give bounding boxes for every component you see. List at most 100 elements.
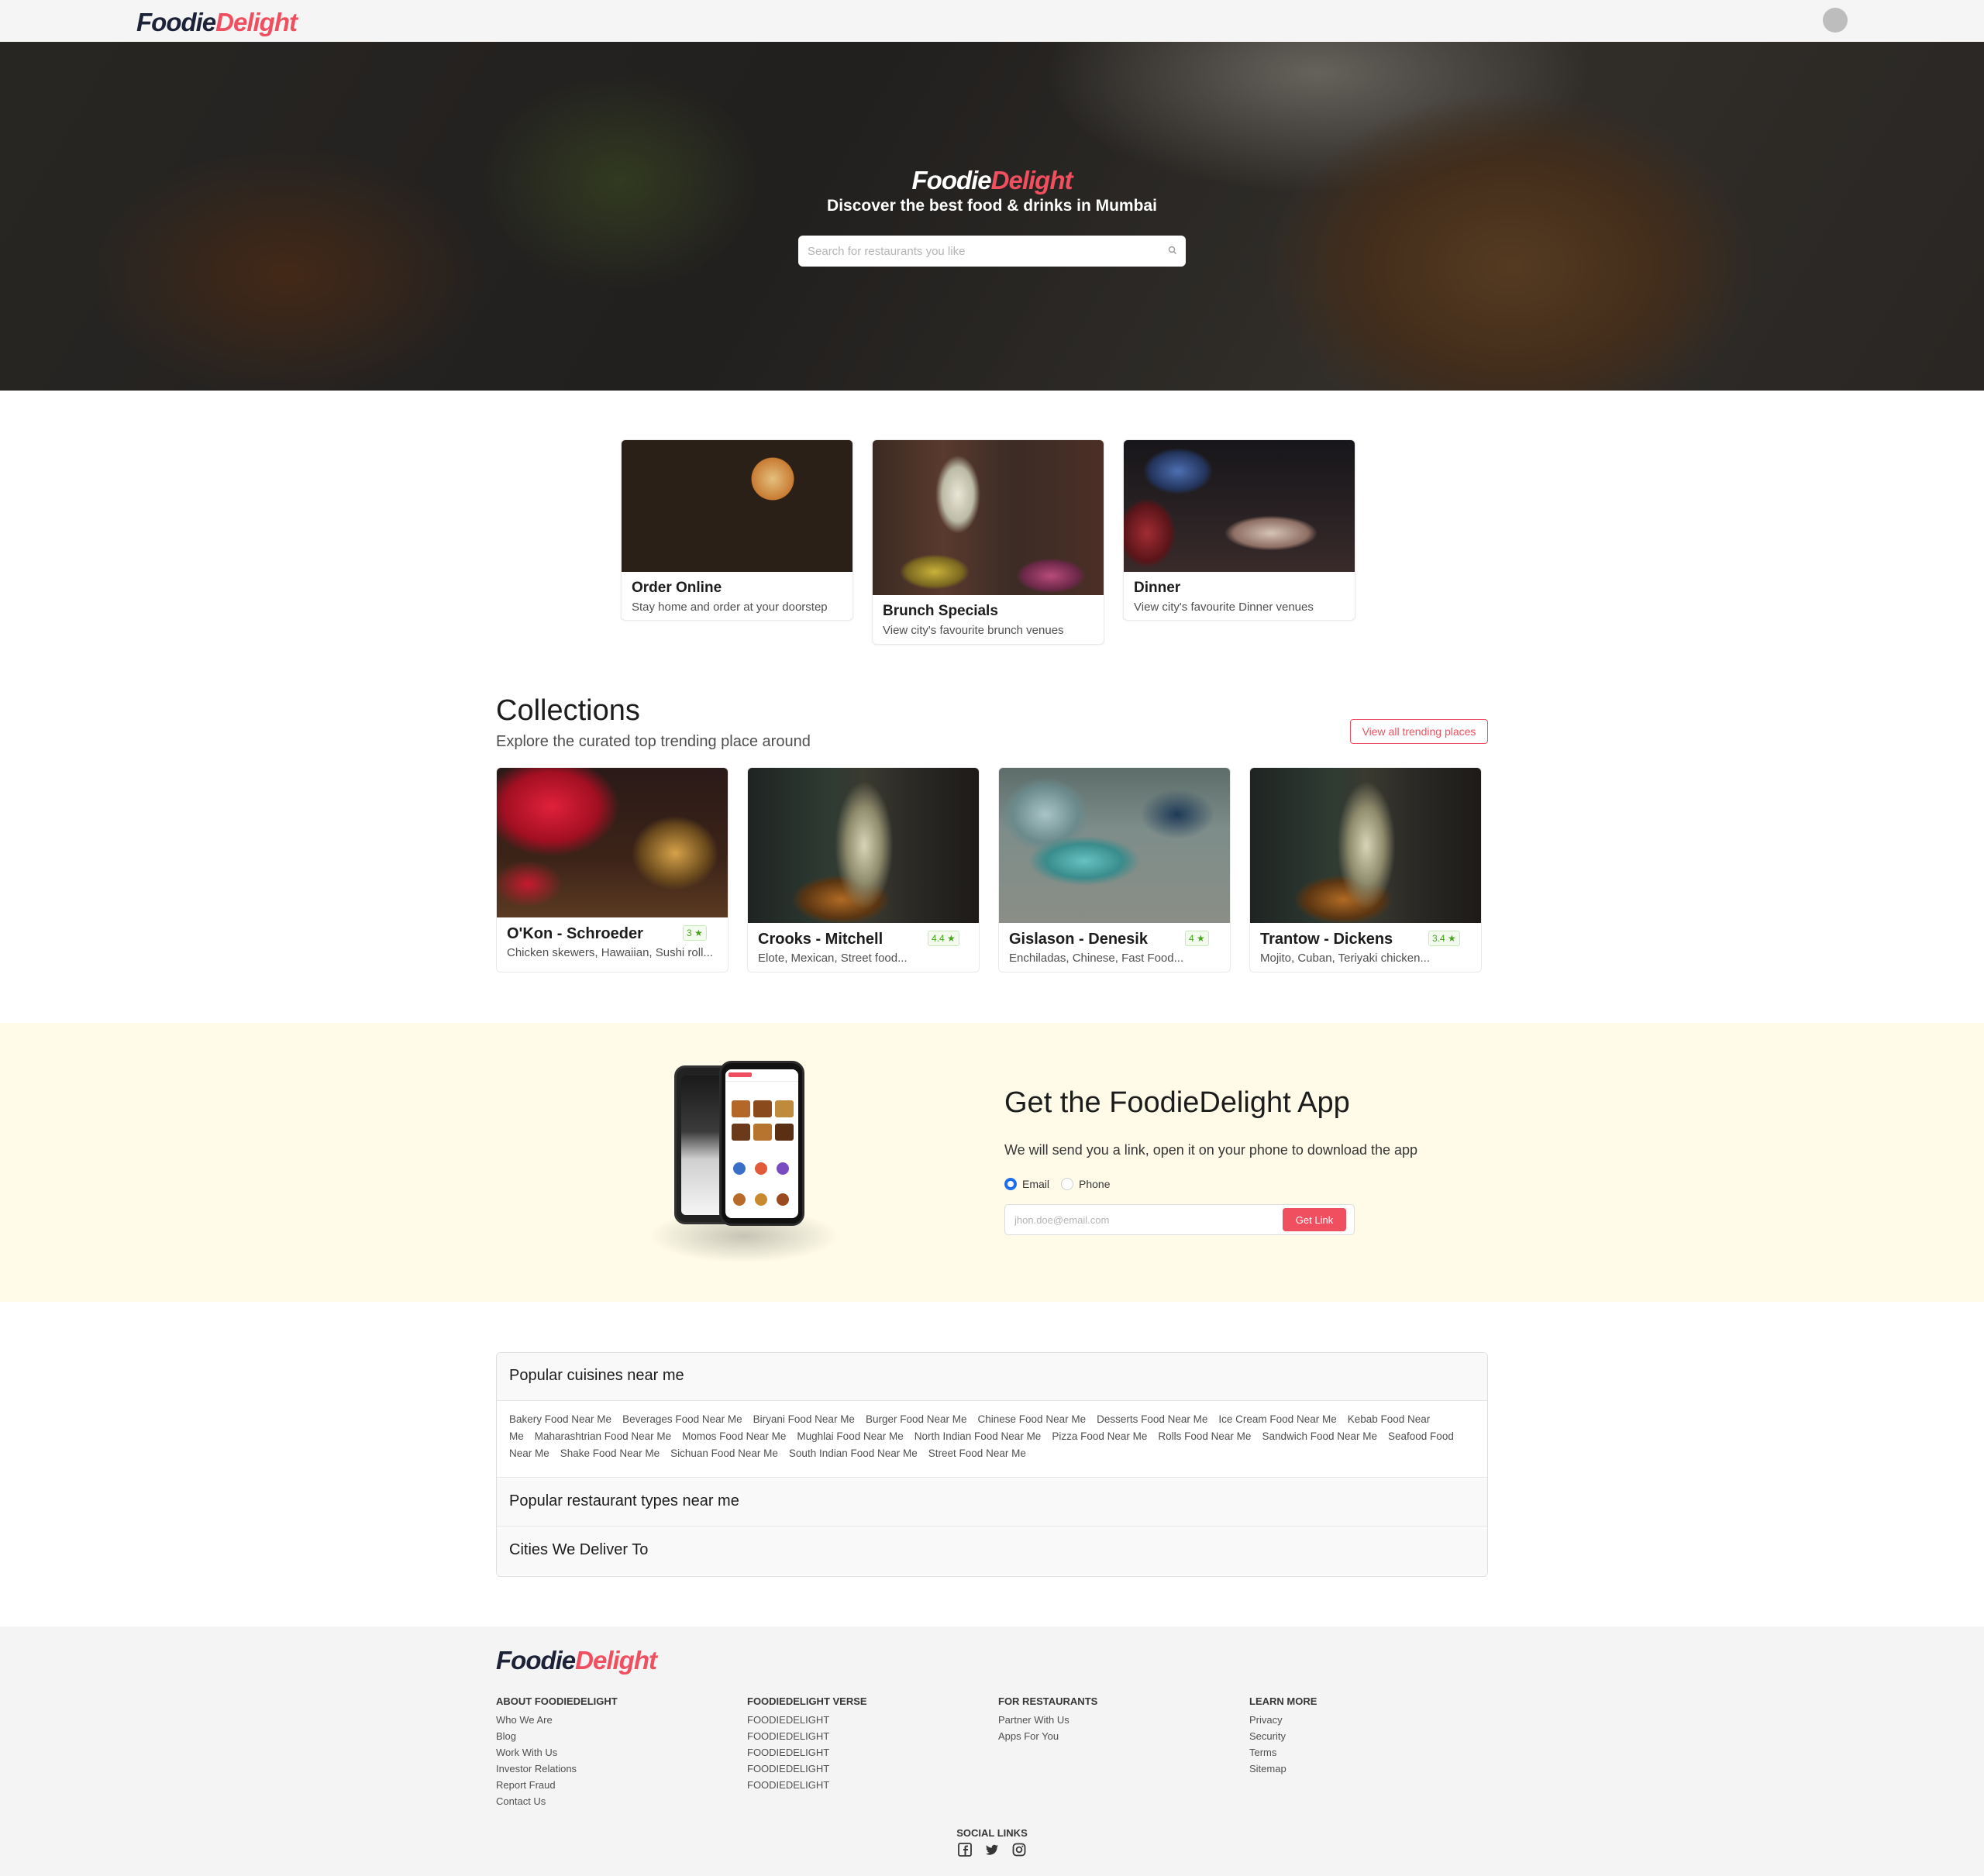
instagram-icon[interactable] — [1011, 1842, 1027, 1857]
restaurant-image — [999, 768, 1230, 923]
rating-badge: 3 ★ — [683, 925, 707, 941]
rating-value: 4 — [1189, 933, 1194, 944]
cuisine-link[interactable]: Pizza Food Near Me — [1052, 1430, 1147, 1442]
restaurant-card[interactable]: Crooks - Mitchell 4.4 ★ Elote, Mexican, … — [747, 767, 980, 972]
cuisine-link[interactable]: Ice Cream Food Near Me — [1218, 1413, 1336, 1425]
cuisine-link[interactable]: Sichuan Food Near Me — [670, 1447, 778, 1459]
footer-link[interactable]: Privacy — [1249, 1712, 1317, 1728]
restaurant-card[interactable]: O'Kon - Schroeder 3 ★ Chicken skewers, H… — [496, 767, 728, 972]
footer-link[interactable]: Who We Are — [496, 1712, 618, 1728]
restaurant-image — [1250, 768, 1481, 923]
accordion-header-label: Popular restaurant types near me — [509, 1492, 739, 1509]
footer-link[interactable]: Sitemap — [1249, 1761, 1317, 1777]
avatar[interactable] — [1823, 8, 1848, 33]
restaurant-cuisine: Mojito, Cuban, Teriyaki chicken... — [1260, 952, 1430, 965]
search-bar — [798, 236, 1186, 267]
footer-link[interactable]: Apps For You — [998, 1728, 1097, 1744]
category-card-brunch-specials[interactable]: Brunch Specials View city's favourite br… — [872, 439, 1104, 645]
facebook-icon[interactable] — [957, 1842, 973, 1857]
footer-column-about: ABOUT FOODIEDELIGHT Who We Are Blog Work Wi… — [496, 1695, 618, 1809]
cuisine-link[interactable]: South Indian Food Near Me — [789, 1447, 918, 1459]
footer-link[interactable]: Report Fraud — [496, 1777, 618, 1793]
top-navbar: FoodieDelight — [0, 0, 1984, 42]
email-field[interactable] — [1005, 1205, 1276, 1234]
rating-badge: 4 ★ — [1185, 931, 1209, 946]
cuisine-link[interactable]: Shake Food Near Me — [560, 1447, 660, 1459]
footer-link[interactable]: Contact Us — [496, 1793, 618, 1809]
phone-category-dot — [733, 1193, 746, 1206]
footer-link[interactable]: Work With Us — [496, 1744, 618, 1761]
collections-subtitle: Explore the curated top trending place a… — [496, 733, 811, 750]
phone-food-tile — [732, 1124, 750, 1141]
restaurant-name: Crooks - Mitchell — [758, 931, 884, 948]
accordion-header-cities[interactable]: Cities We Deliver To — [497, 1527, 1487, 1575]
accordion-header-label: Cities We Deliver To — [509, 1541, 649, 1558]
get-link-button[interactable]: Get Link — [1283, 1208, 1346, 1231]
footer-column-verse: FOODIEDELIGHT VERSE FOODIEDELIGHT FOODIEDE… — [747, 1695, 867, 1793]
phone-category-dot — [777, 1193, 789, 1206]
footer-link[interactable]: Terms — [1249, 1744, 1317, 1761]
cuisine-links: Bakery Food Near Me Beverages Food Near M… — [509, 1411, 1476, 1462]
phone-category-dot — [755, 1162, 767, 1175]
phone-category-dot — [777, 1162, 789, 1175]
footer-link[interactable]: Investor Relations — [496, 1761, 618, 1777]
category-title: Order Online — [632, 580, 722, 596]
footer-link[interactable]: FOODIEDELIGHT — [747, 1744, 867, 1761]
restaurant-card[interactable]: Gislason - Denesik 4 ★ Enchiladas, Chine… — [998, 767, 1231, 972]
footer-link[interactable]: FOODIEDELIGHT — [747, 1777, 867, 1793]
cuisine-link[interactable]: Beverages Food Near Me — [622, 1413, 742, 1425]
restaurant-card[interactable]: Trantow - Dickens 3.4 ★ Mojito, Cuban, T… — [1249, 767, 1482, 972]
footer-link[interactable]: Blog — [496, 1728, 618, 1744]
cuisine-link[interactable]: North Indian Food Near Me — [914, 1430, 1042, 1442]
phone-category-dot — [733, 1162, 746, 1175]
search-input[interactable] — [798, 236, 1162, 267]
cuisine-link[interactable]: Maharashtrian Food Near Me — [535, 1430, 671, 1442]
footer-link[interactable]: Security — [1249, 1728, 1317, 1744]
footer-column-learn-more: LEARN MORE Privacy Security Terms Sitemap — [1249, 1695, 1317, 1777]
logo-part-1: Foodie — [496, 1646, 576, 1675]
twitter-icon[interactable] — [984, 1842, 1000, 1857]
footer-link[interactable]: Partner With Us — [998, 1712, 1097, 1728]
accordion-header-restaurant-types[interactable]: Popular restaurant types near me — [497, 1478, 1487, 1527]
radio-email-label[interactable]: Email — [1022, 1178, 1049, 1190]
footer-link[interactable]: FOODIEDELIGHT — [747, 1728, 867, 1744]
cuisine-link[interactable]: Sandwich Food Near Me — [1262, 1430, 1377, 1442]
view-all-trending-button[interactable]: View all trending places — [1350, 719, 1488, 744]
radio-phone[interactable] — [1061, 1178, 1073, 1190]
restaurant-cuisine: Enchiladas, Chinese, Fast Food... — [1009, 952, 1184, 965]
cuisine-link[interactable]: Momos Food Near Me — [682, 1430, 786, 1442]
phone-food-tile — [753, 1100, 772, 1117]
radio-email[interactable] — [1004, 1178, 1017, 1190]
cuisine-link[interactable]: Rolls Food Near Me — [1158, 1430, 1251, 1442]
radio-phone-label[interactable]: Phone — [1079, 1178, 1110, 1190]
phone-food-tile — [775, 1100, 794, 1117]
restaurant-name: O'Kon - Schroeder — [507, 925, 643, 942]
footer-logo[interactable]: FoodieDelight — [496, 1646, 657, 1675]
accordion-header-cuisines[interactable]: Popular cuisines near me — [497, 1353, 1487, 1401]
cuisine-link[interactable]: Street Food Near Me — [928, 1447, 1026, 1459]
category-subtitle: Stay home and order at your doorstep — [632, 601, 828, 614]
cuisine-link[interactable]: Biryani Food Near Me — [753, 1413, 855, 1425]
rating-value: 4.4 — [932, 933, 945, 944]
category-card-dinner[interactable]: Dinner View city's favourite Dinner venu… — [1123, 439, 1355, 621]
cuisine-link[interactable]: Mughlai Food Near Me — [797, 1430, 903, 1442]
cuisine-link[interactable]: Desserts Food Near Me — [1097, 1413, 1207, 1425]
hero-tagline: Discover the best food & drinks in Mumba… — [827, 197, 1157, 215]
restaurant-image — [748, 768, 979, 923]
restaurant-name: Gislason - Denesik — [1009, 931, 1148, 948]
footer-link[interactable]: FOODIEDELIGHT — [747, 1712, 867, 1728]
footer-column-heading: LEARN MORE — [1249, 1695, 1318, 1707]
phone-food-tile — [753, 1124, 772, 1141]
logo-part-1: Foodie — [136, 8, 216, 36]
navbar-logo[interactable]: FoodieDelight — [136, 8, 298, 37]
cuisine-link[interactable]: Bakery Food Near Me — [509, 1413, 611, 1425]
category-title: Dinner — [1134, 580, 1181, 596]
cuisine-link[interactable]: Burger Food Near Me — [866, 1413, 967, 1425]
search-icon[interactable] — [1167, 245, 1178, 256]
star-icon: ★ — [1448, 933, 1456, 944]
category-card-order-online[interactable]: Order Online Stay home and order at your… — [621, 439, 853, 621]
category-subtitle: View city's favourite brunch venues — [883, 624, 1064, 637]
footer-link[interactable]: FOODIEDELIGHT — [747, 1761, 867, 1777]
cuisine-link[interactable]: Chinese Food Near Me — [978, 1413, 1087, 1425]
category-subtitle: View city's favourite Dinner venues — [1134, 601, 1314, 614]
